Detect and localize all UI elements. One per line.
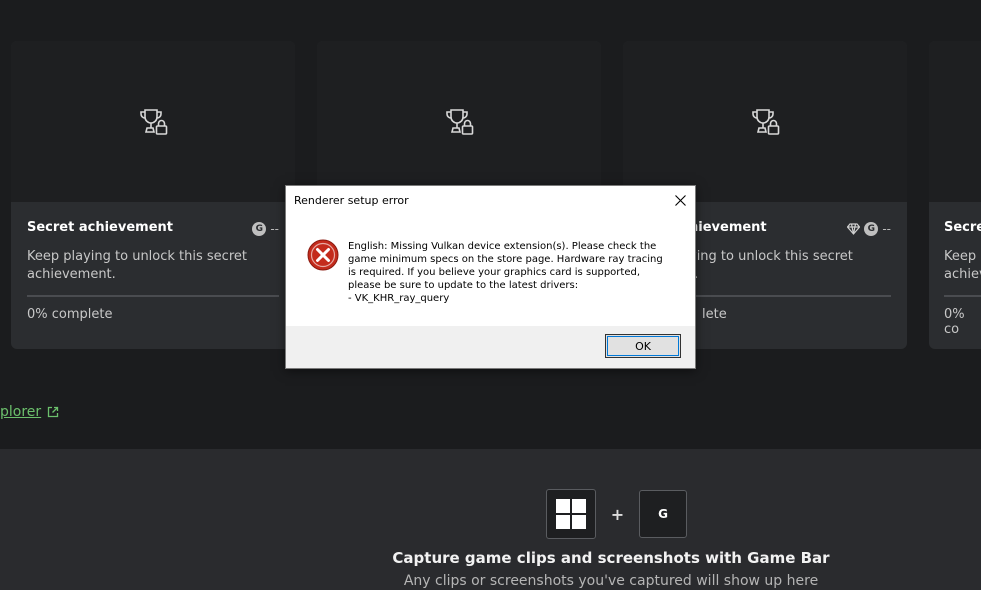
gamebar-subtitle: Any clips or screenshots you've captured… — [403, 573, 819, 589]
diamond-icon — [847, 223, 861, 235]
gamerscore: G -- — [847, 222, 891, 236]
renderer-error-dialog: Renderer setup error English: Missing Vu… — [285, 185, 696, 369]
achievement-card[interactable]: Secre Keep achiev 0% co — [929, 41, 981, 349]
achievement-title: Secre — [944, 220, 981, 235]
gamebar-section: + G Capture game clips and screenshots w… — [0, 449, 981, 590]
g-key: G — [639, 490, 687, 538]
achievement-description: Keep achiev — [944, 249, 981, 282]
trophy-lock-icon — [140, 108, 168, 135]
progress-bar — [27, 295, 279, 297]
gamerscore-badge: G — [864, 222, 879, 236]
explorer-link-label: plorer — [0, 404, 42, 420]
achievement-progress: 0% co — [944, 307, 965, 337]
achievement-info: Secret achievement G -- Keep playing to … — [11, 202, 295, 322]
gamerscore-value: -- — [882, 222, 891, 236]
achievement-card[interactable]: Secret achievement G -- Keep playing to … — [11, 41, 295, 349]
windows-key — [546, 489, 596, 539]
plus-sign: + — [610, 504, 625, 524]
progress-bar — [944, 295, 981, 297]
close-icon — [674, 194, 686, 206]
external-link-icon — [48, 406, 59, 418]
achievement-art — [11, 41, 295, 202]
achievement-info: Secre Keep achiev 0% co — [929, 202, 981, 337]
gamerscore: G -- — [252, 222, 279, 236]
gamebar-shortcut: + G — [546, 489, 687, 539]
explorer-link[interactable]: plorer — [0, 404, 59, 420]
windows-logo-icon — [556, 499, 586, 529]
error-icon — [307, 239, 339, 271]
dialog-title: Renderer setup error — [294, 194, 409, 207]
achievement-title: Secret achievement — [27, 220, 173, 235]
achievement-description: Keep playing to unlock this secret achie… — [27, 249, 247, 282]
gamerscore-value: -- — [270, 222, 279, 236]
achievement-progress: 0% complete — [27, 307, 113, 322]
gamerscore-badge: G — [252, 222, 267, 236]
dialog-footer: OK — [286, 326, 695, 368]
trophy-lock-icon — [752, 108, 780, 135]
gamebar-title: Capture game clips and screenshots with … — [392, 549, 830, 567]
achievement-art — [623, 41, 907, 202]
achievement-art — [929, 41, 981, 202]
trophy-lock-icon — [446, 108, 474, 135]
error-icon-wrap — [307, 239, 339, 275]
ok-button[interactable]: OK — [605, 334, 681, 358]
close-button[interactable] — [667, 188, 693, 212]
achievement-art — [317, 41, 601, 202]
dialog-message: English: Missing Vulkan device extension… — [348, 241, 663, 304]
